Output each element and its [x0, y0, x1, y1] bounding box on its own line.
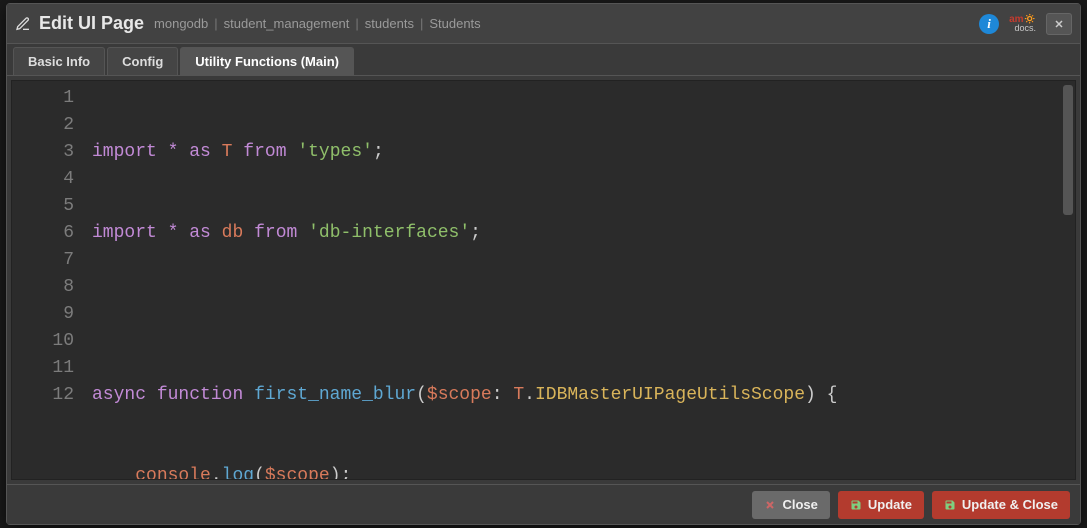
update-and-close-button[interactable]: Update & Close — [932, 491, 1070, 519]
line-number: 4 — [16, 166, 74, 193]
dialog-titlebar: Edit UI Page mongodb | student_managemen… — [7, 4, 1080, 44]
save-icon — [850, 499, 862, 511]
line-number: 12 — [16, 382, 74, 409]
close-icon — [1053, 18, 1065, 30]
edit-ui-page-dialog: Edit UI Page mongodb | student_managemen… — [6, 3, 1081, 525]
update-button[interactable]: Update — [838, 491, 924, 519]
close-button[interactable] — [1046, 13, 1072, 35]
breadcrumb-item[interactable]: mongodb — [154, 16, 208, 31]
line-number: 1 — [16, 85, 74, 112]
close-x-icon — [764, 499, 776, 511]
edit-icon — [15, 16, 31, 32]
breadcrumb-item[interactable]: Students — [429, 16, 480, 31]
breadcrumb-item[interactable]: students — [365, 16, 414, 31]
dialog-footer: Close Update Update & Close — [7, 484, 1080, 524]
scrollbar-vertical[interactable] — [1061, 81, 1075, 479]
scrollbar-thumb[interactable] — [1063, 85, 1073, 215]
tab-utility-functions[interactable]: Utility Functions (Main) — [180, 47, 354, 75]
tab-basic-info[interactable]: Basic Info — [13, 47, 105, 75]
save-icon — [944, 499, 956, 511]
dialog-title: Edit UI Page — [39, 13, 144, 34]
tab-bar: Basic Info Config Utility Functions (Mai… — [7, 44, 1080, 76]
info-icon[interactable]: i — [979, 14, 999, 34]
brand-logo[interactable]: am🔅 docs. — [1009, 15, 1036, 33]
line-number: 11 — [16, 355, 74, 382]
line-number: 2 — [16, 112, 74, 139]
code-editor[interactable]: 1 2 3 4 5 6 7 8 9 10 11 12 import * as T… — [11, 80, 1076, 480]
close-footer-button[interactable]: Close — [752, 491, 829, 519]
line-number: 7 — [16, 247, 74, 274]
line-number: 9 — [16, 301, 74, 328]
breadcrumb-separator: | — [420, 16, 423, 31]
line-number: 10 — [16, 328, 74, 355]
breadcrumb: mongodb | student_management | students … — [154, 16, 481, 31]
tab-config[interactable]: Config — [107, 47, 178, 75]
line-number: 6 — [16, 220, 74, 247]
breadcrumb-item[interactable]: student_management — [224, 16, 350, 31]
breadcrumb-separator: | — [214, 16, 217, 31]
line-number: 8 — [16, 274, 74, 301]
line-number: 5 — [16, 193, 74, 220]
code-area[interactable]: import * as T from 'types'; import * as … — [84, 81, 1075, 479]
line-number-gutter: 1 2 3 4 5 6 7 8 9 10 11 12 — [12, 81, 84, 479]
breadcrumb-separator: | — [355, 16, 358, 31]
line-number: 3 — [16, 139, 74, 166]
